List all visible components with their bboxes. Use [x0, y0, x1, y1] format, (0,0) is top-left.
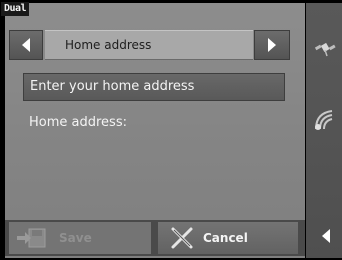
next-button[interactable] — [254, 30, 290, 60]
cancel-x-icon — [171, 227, 193, 249]
cancel-button[interactable]: Cancel — [158, 222, 298, 254]
save-disk-icon — [17, 228, 46, 248]
antenna-signal-icon[interactable] — [312, 107, 338, 131]
page-title: Home address — [45, 30, 253, 60]
cancel-label: Cancel — [203, 231, 248, 245]
previous-button[interactable] — [9, 30, 43, 60]
home-address-label: Home address: — [29, 115, 127, 130]
save-label: Save — [59, 231, 92, 245]
save-button[interactable]: Save — [9, 222, 151, 254]
brand-logo: Dual — [1, 2, 30, 16]
satellite-icon[interactable] — [314, 38, 336, 58]
chevron-left-icon — [22, 38, 30, 52]
home-address-input[interactable]: Enter your home address — [23, 73, 285, 101]
back-arrow-icon[interactable] — [320, 228, 332, 244]
screen: Dual Home address Enter your home addres… — [0, 0, 342, 260]
chevron-right-icon — [268, 38, 276, 52]
